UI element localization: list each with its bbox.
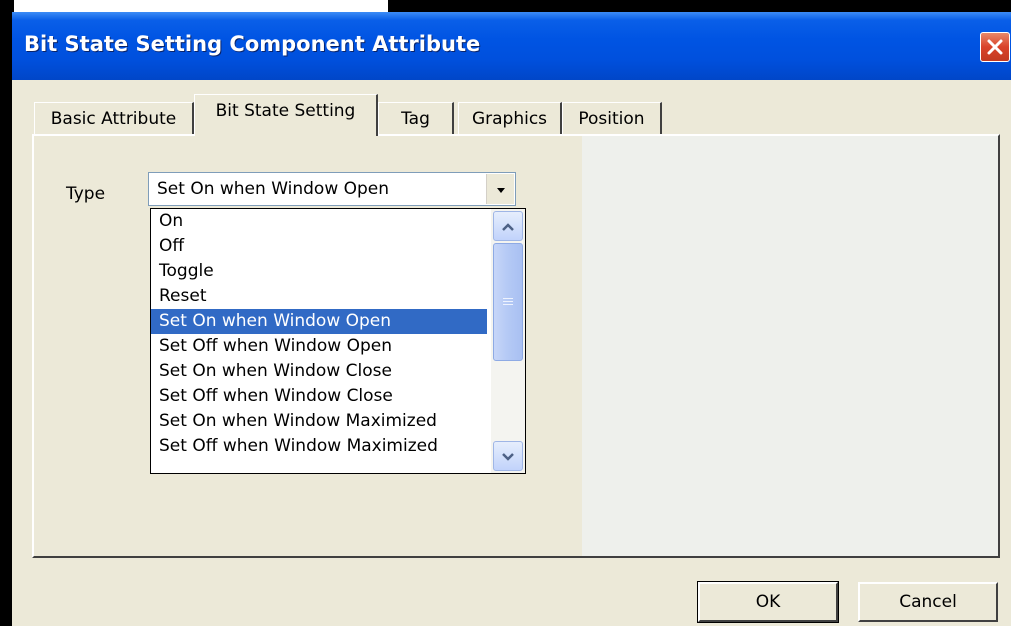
scroll-thumb[interactable] — [493, 243, 523, 361]
tab-label: Bit State Setting — [215, 101, 356, 121]
tab-position[interactable]: Position — [562, 102, 662, 134]
tab-label: Position — [578, 108, 645, 129]
cancel-button[interactable]: Cancel — [858, 582, 998, 622]
tab-basic-attribute[interactable]: Basic Attribute — [34, 102, 194, 134]
chevron-down-icon — [495, 180, 507, 199]
tab-graphics[interactable]: Graphics — [458, 102, 562, 134]
tab-label: Tag — [401, 108, 430, 129]
list-item-set-off-window-close[interactable]: Set Off when Window Close — [151, 384, 487, 409]
list-item-set-off-window-open[interactable]: Set Off when Window Open — [151, 334, 487, 359]
chevron-up-icon — [501, 217, 515, 236]
scroll-up-button[interactable] — [493, 211, 523, 241]
dropdown-scrollbar[interactable] — [491, 209, 525, 473]
cancel-button-label: Cancel — [899, 592, 957, 612]
grip-icon — [503, 298, 513, 306]
list-item-set-on-window-maximized[interactable]: Set On when Window Maximized — [151, 409, 487, 434]
scroll-down-button[interactable] — [493, 441, 523, 471]
list-item-set-on-window-close[interactable]: Set On when Window Close — [151, 359, 487, 384]
list-item-on[interactable]: On — [151, 209, 487, 234]
tab-tag[interactable]: Tag — [378, 102, 454, 134]
tab-bit-state-setting[interactable]: Bit State Setting — [194, 94, 378, 136]
ok-button[interactable]: OK — [697, 581, 839, 623]
dialog-footer: OK Cancel — [12, 560, 1011, 626]
dropdown-options: On Off Toggle Reset Set On when Window O… — [151, 209, 487, 473]
type-label: Type — [66, 184, 106, 204]
list-item-off[interactable]: Off — [151, 234, 487, 259]
window-title: Bit State Setting Component Attribute — [24, 32, 481, 56]
combo-dropdown-button[interactable] — [486, 174, 514, 204]
panel-shade — [582, 136, 998, 556]
tab-label: Basic Attribute — [50, 108, 177, 129]
tab-strip: Basic Attribute Bit State Setting Tag Gr… — [12, 80, 1011, 142]
list-item-toggle[interactable]: Toggle — [151, 259, 487, 284]
list-item-set-on-window-open[interactable]: Set On when Window Open — [151, 309, 487, 334]
close-button[interactable] — [980, 32, 1010, 62]
list-item-set-off-window-maximized[interactable]: Set Off when Window Maximized — [151, 434, 487, 459]
dialog-window: Bit State Setting Component Attribute Ba… — [12, 12, 1011, 626]
type-combobox[interactable]: Set On when Window Open — [148, 172, 516, 206]
ok-button-label: OK — [755, 592, 781, 612]
type-dropdown-list: On Off Toggle Reset Set On when Window O… — [150, 208, 526, 474]
list-item-reset[interactable]: Reset — [151, 284, 487, 309]
chevron-down-icon — [501, 447, 515, 466]
title-bar[interactable]: Bit State Setting Component Attribute — [12, 12, 1011, 80]
tab-panel: Type Set On when Window Open On Off Togg… — [32, 134, 1000, 558]
type-combobox-value: Set On when Window Open — [157, 179, 390, 199]
tab-label: Graphics — [471, 108, 548, 129]
close-icon — [986, 38, 1004, 56]
background-edge-top — [388, 0, 1011, 12]
